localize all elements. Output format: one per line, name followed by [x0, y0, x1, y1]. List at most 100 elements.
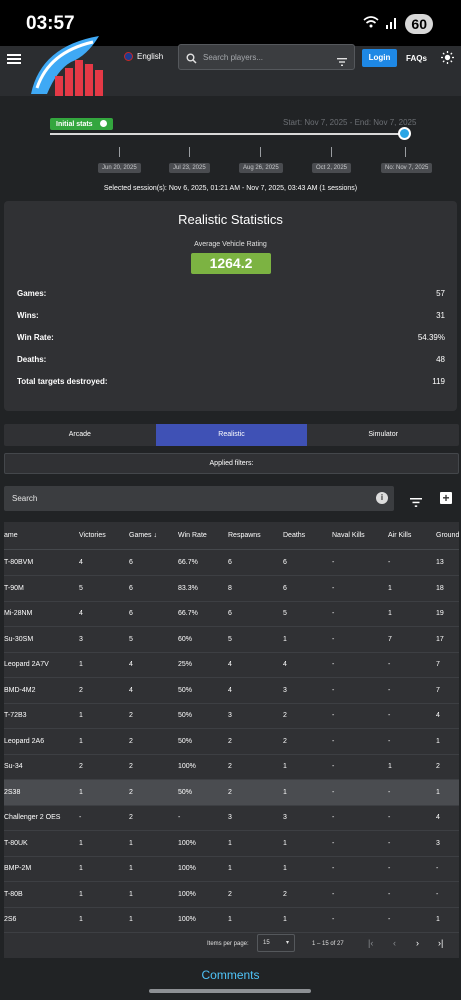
cell-games: 1 — [129, 865, 133, 872]
average-rating-label: Average Vehicle Rating — [194, 241, 267, 248]
tab-simulator[interactable]: Simulator — [307, 424, 459, 446]
cell-name: Su-30SM — [4, 635, 34, 643]
timeline-tick-label: Jun 20, 2025 — [98, 163, 141, 173]
filter-list-icon[interactable] — [410, 494, 422, 512]
cell-deaths: 2 — [283, 712, 287, 719]
column-header-respawns[interactable]: Respawns — [228, 522, 261, 548]
cell-victories: 4 — [79, 559, 83, 566]
cell-games: 2 — [129, 814, 133, 821]
table-row[interactable]: Leopard 2A6 1 2 50% 2 2 - - 1 — [4, 729, 459, 755]
mode-tabs: Arcade Realistic Simulator — [4, 424, 459, 446]
table-row[interactable]: Mi-28NM 4 6 66.7% 6 5 - 1 19 — [4, 601, 459, 627]
site-logo[interactable] — [27, 36, 115, 116]
filter-list-icon[interactable] — [337, 53, 347, 71]
player-search-input[interactable]: Search players... — [178, 44, 355, 70]
stat-value: 54.39% — [417, 333, 445, 342]
items-per-page-value: 15 — [263, 940, 270, 946]
column-header-games[interactable]: Games ↓ — [129, 522, 157, 548]
stat-label: Deaths: — [17, 355, 47, 364]
cell-victories: 1 — [79, 839, 83, 847]
table-row[interactable]: T-90M 5 6 83.3% 8 6 - 1 18 — [4, 576, 459, 602]
cell-win-rate: 50% — [178, 788, 193, 796]
column-header-deaths[interactable]: Deaths — [283, 522, 305, 548]
column-header-ground[interactable]: Ground — [436, 522, 459, 548]
cell-games: 4 — [129, 686, 133, 694]
table-search-label: Search — [12, 494, 38, 503]
table-row[interactable]: Challenger 2 OES - 2 - 3 3 - - 4 — [4, 805, 459, 831]
table-row[interactable]: Leopard 2A7V 1 4 25% 4 4 - - 7 — [4, 652, 459, 678]
cell-ground: 19 — [436, 610, 444, 617]
cell-games: 1 — [129, 839, 133, 847]
table-row[interactable]: T-80UK 1 1 100% 1 1 - - 3 — [4, 831, 459, 857]
column-header-naval-kills[interactable]: Naval Kills — [332, 522, 365, 548]
cell-deaths: 2 — [283, 890, 287, 898]
timeline-track[interactable] — [50, 133, 404, 135]
cell-air-kills: - — [388, 890, 391, 898]
stat-value: 119 — [432, 377, 445, 386]
comments-link[interactable]: Comments — [0, 968, 461, 982]
stat-row-targets-destroyed: Total targets destroyed: 119 — [17, 377, 445, 386]
column-header-air-kills[interactable]: Air Kills — [388, 522, 411, 548]
stat-label: Wins: — [17, 311, 39, 320]
timeline-tick-label: Aug 26, 2025 — [239, 163, 283, 173]
column-header-name[interactable]: ame — [4, 522, 18, 548]
cell-win-rate: 50% — [178, 737, 193, 745]
table-search-input[interactable]: Search i — [4, 486, 394, 511]
cell-win-rate: 100% — [178, 890, 196, 898]
column-header-win-rate[interactable]: Win Rate — [178, 522, 207, 548]
table-row[interactable]: T-80BVM 4 6 66.7% 6 6 - - 13 — [4, 550, 459, 576]
tab-arcade[interactable]: Arcade — [4, 424, 156, 446]
cell-air-kills: 1 — [388, 610, 392, 617]
cell-name: BMD-4M2 — [4, 686, 36, 694]
gesture-handle[interactable] — [149, 989, 311, 993]
wifi-icon — [363, 15, 379, 34]
first-page-icon[interactable]: |‹ — [368, 938, 373, 948]
cell-win-rate: 100% — [178, 763, 196, 770]
table-row[interactable]: BMP-2M 1 1 100% 1 1 - - - — [4, 856, 459, 882]
language-selector[interactable]: English — [124, 52, 163, 61]
tab-realistic[interactable]: Realistic — [155, 424, 308, 446]
add-column-icon[interactable]: + — [440, 492, 452, 504]
statistics-title: Realistic Statistics — [178, 212, 283, 227]
hamburger-menu-icon[interactable] — [7, 54, 21, 64]
next-page-icon[interactable]: › — [416, 938, 419, 948]
cell-ground: - — [436, 890, 439, 898]
cell-ground: 2 — [436, 763, 440, 770]
table-row[interactable]: 2S38 1 2 50% 2 1 - - 1 — [4, 779, 459, 806]
cell-name: Challenger 2 OES — [4, 814, 61, 821]
login-button[interactable]: Login — [362, 49, 397, 67]
timeline-slider-handle[interactable] — [398, 127, 411, 140]
cell-games: 2 — [129, 788, 133, 796]
paginator: Items per page: 15 ▾ 1 – 15 of 27 |‹ ‹ › … — [4, 932, 459, 958]
table-row[interactable]: BMD-4M2 2 4 50% 4 3 - - 7 — [4, 678, 459, 704]
cell-naval-kills: - — [332, 661, 335, 668]
previous-page-icon[interactable]: ‹ — [393, 938, 396, 948]
average-rating-badge: 1264.2 — [191, 253, 271, 274]
table-row[interactable]: Su-30SM 3 5 60% 5 1 - 7 17 — [4, 627, 459, 653]
cell-name: BMP-2M — [4, 865, 32, 872]
column-header-victories[interactable]: Victories — [79, 522, 106, 548]
items-per-page-select[interactable]: 15 ▾ — [257, 934, 295, 952]
table-row[interactable]: Su-34 2 2 100% 2 1 - 1 2 — [4, 754, 459, 780]
cell-respawns: 6 — [228, 610, 232, 617]
faqs-link[interactable]: FAQs — [406, 54, 427, 63]
stat-value: 57 — [436, 289, 445, 298]
cell-ground: 4 — [436, 712, 440, 719]
cell-victories: 5 — [79, 584, 83, 592]
last-page-icon[interactable]: ›| — [438, 938, 443, 948]
cell-games: 2 — [129, 763, 133, 770]
cell-naval-kills: - — [332, 610, 335, 617]
cell-air-kills: - — [388, 686, 391, 694]
applied-filters-bar[interactable]: Applied filters: — [4, 453, 459, 474]
cell-naval-kills: - — [332, 686, 335, 694]
table-row[interactable]: T-72B3 1 2 50% 3 2 - - 4 — [4, 703, 459, 729]
table-row[interactable]: 2S6 1 1 100% 1 1 - - 1 — [4, 907, 459, 933]
table-row[interactable]: T-80B 1 1 100% 2 2 - - - — [4, 882, 459, 908]
info-icon[interactable]: i — [376, 492, 388, 504]
cell-name: 2S38 — [4, 788, 21, 796]
cell-deaths: 1 — [283, 763, 287, 770]
dropdown-arrow-icon: ▾ — [285, 940, 289, 946]
cell-name: T-80B — [4, 890, 23, 898]
theme-toggle-sun-icon[interactable] — [441, 51, 454, 69]
initial-stats-badge[interactable]: Initial stats — [50, 118, 113, 130]
